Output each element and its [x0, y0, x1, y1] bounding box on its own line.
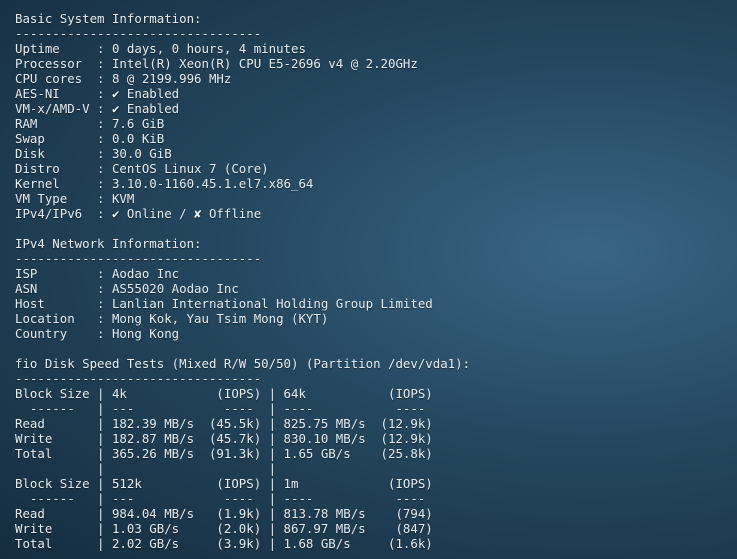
divider: ---------------------------------: [15, 251, 262, 266]
info-row-uptime: Uptime : 0 days, 0 hours, 4 minutes: [15, 41, 306, 56]
fio-table-separator: ------ | --- ---- | ---- ----: [15, 491, 426, 506]
fio-table-separator: ------ | --- ---- | ---- ----: [15, 401, 426, 416]
info-row-country: Country : Hong Kong: [15, 326, 180, 341]
fio-table-row-write: Write | 182.87 MB/s (45.7k) | 830.10 MB/…: [15, 431, 433, 446]
divider: ---------------------------------: [15, 26, 262, 41]
info-row-isp: ISP : Aodao Inc: [15, 266, 180, 281]
terminal-output: Basic System Information: --------------…: [15, 11, 730, 556]
fio-table-row-read: Read | 182.39 MB/s (45.5k) | 825.75 MB/s…: [15, 416, 433, 431]
info-row-aes-ni: AES-NI : ✔ Enabled: [15, 86, 180, 101]
fio-table-row-total: Total | 365.26 MB/s (91.3k) | 1.65 GB/s …: [15, 446, 433, 461]
info-row-cpu-cores: CPU cores : 8 @ 2199.996 MHz: [15, 71, 232, 86]
info-row-ipv4-ipv6: IPv4/IPv6 : ✔ Online / ✘ Offline: [15, 206, 262, 221]
info-row-host: Host : Lanlian International Holding Gro…: [15, 296, 433, 311]
info-row-kernel: Kernel : 3.10.0-1160.45.1.el7.x86_64: [15, 176, 314, 191]
fio-table-spacer: | |: [15, 461, 277, 476]
divider: ---------------------------------: [15, 371, 262, 386]
info-row-ram: RAM : 7.6 GiB: [15, 116, 165, 131]
info-row-vm-x: VM-x/AMD-V : ✔ Enabled: [15, 101, 180, 116]
section-title-network: IPv4 Network Information:: [15, 236, 202, 251]
info-row-asn: ASN : AS55020 Aodao Inc: [15, 281, 239, 296]
fio-table-row-write: Write | 1.03 GB/s (2.0k) | 867.97 MB/s (…: [15, 521, 433, 536]
section-title-fio: fio Disk Speed Tests (Mixed R/W 50/50) (…: [15, 356, 471, 371]
info-row-distro: Distro : CentOS Linux 7 (Core): [15, 161, 269, 176]
info-row-vm-type: VM Type : KVM: [15, 191, 135, 206]
section-title-basic-system: Basic System Information:: [15, 11, 202, 26]
info-row-location: Location : Mong Kok, Yau Tsim Mong (KYT): [15, 311, 329, 326]
fio-table-header: Block Size | 4k (IOPS) | 64k (IOPS): [15, 386, 433, 401]
info-row-swap: Swap : 0.0 KiB: [15, 131, 165, 146]
fio-table-row-read: Read | 984.04 MB/s (1.9k) | 813.78 MB/s …: [15, 506, 433, 521]
info-row-disk: Disk : 30.0 GiB: [15, 146, 172, 161]
fio-table-header: Block Size | 512k (IOPS) | 1m (IOPS): [15, 476, 433, 491]
info-row-processor: Processor : Intel(R) Xeon(R) CPU E5-2696…: [15, 56, 418, 71]
fio-table-row-total: Total | 2.02 GB/s (3.9k) | 1.68 GB/s (1.…: [15, 536, 433, 551]
